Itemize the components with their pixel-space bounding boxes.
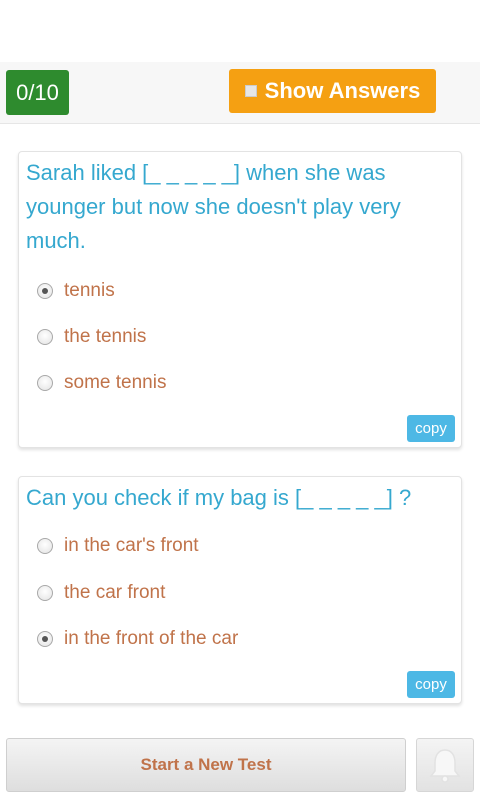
copy-button[interactable]: copy bbox=[407, 415, 455, 442]
answer-option[interactable]: some tennis bbox=[37, 368, 166, 398]
radio-button[interactable] bbox=[37, 631, 53, 647]
option-label: the car front bbox=[64, 582, 166, 603]
option-label: the tennis bbox=[64, 326, 147, 347]
option-label: tennis bbox=[64, 280, 115, 301]
answer-option[interactable]: tennis bbox=[37, 276, 115, 306]
answer-option[interactable]: the car front bbox=[37, 578, 165, 608]
answer-option[interactable]: in the front of the car bbox=[37, 624, 238, 654]
score-badge: 0/10 bbox=[6, 70, 69, 115]
start-new-test-button[interactable]: Start a New Test bbox=[6, 738, 406, 792]
question-card: Can you check if my bag is [_ _ _ _ _] ?… bbox=[18, 476, 462, 704]
radio-button[interactable] bbox=[37, 538, 53, 554]
radio-button[interactable] bbox=[37, 329, 53, 345]
radio-button[interactable] bbox=[37, 375, 53, 391]
show-answers-button[interactable]: Show Answers bbox=[229, 69, 436, 113]
question-card: Sarah liked [_ _ _ _ _] when she was you… bbox=[18, 151, 462, 448]
option-label: in the car's front bbox=[64, 535, 199, 556]
radio-button[interactable] bbox=[37, 283, 53, 299]
radio-button[interactable] bbox=[37, 585, 53, 601]
question-text: Can you check if my bag is [_ _ _ _ _] ? bbox=[26, 485, 412, 510]
top-bar: 0/10 Show Answers bbox=[0, 62, 480, 124]
show-answers-label: Show Answers bbox=[264, 78, 421, 103]
question-text: Sarah liked [_ _ _ _ _] when she was you… bbox=[26, 160, 401, 253]
bell-button[interactable] bbox=[416, 738, 474, 792]
checkbox-icon[interactable] bbox=[244, 85, 257, 97]
option-label: some tennis bbox=[64, 372, 167, 393]
copy-button[interactable]: copy bbox=[407, 671, 455, 698]
answer-option[interactable]: the tennis bbox=[37, 322, 146, 352]
answer-option[interactable]: in the car's front bbox=[37, 531, 199, 561]
option-label: in the front of the car bbox=[64, 628, 239, 649]
bell-icon bbox=[429, 749, 461, 783]
